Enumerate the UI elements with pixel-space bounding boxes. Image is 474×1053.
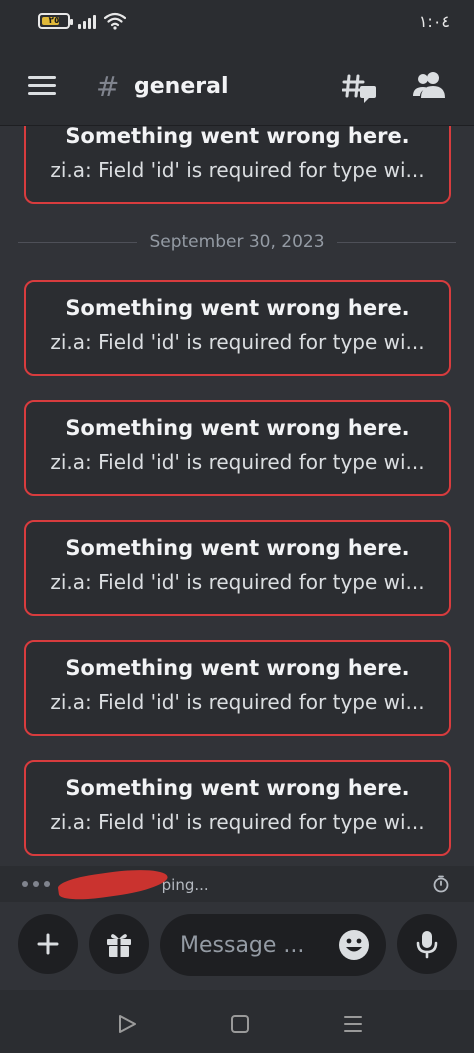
message-list[interactable]: Something went wrong here. zi.a: Field '… bbox=[0, 126, 474, 866]
back-icon[interactable] bbox=[115, 1012, 139, 1036]
error-message-card: Something went wrong here. zi.a: Field '… bbox=[24, 520, 451, 616]
error-title: Something went wrong here. bbox=[65, 296, 410, 320]
wifi-icon bbox=[104, 12, 126, 30]
error-title: Something went wrong here. bbox=[65, 656, 410, 680]
channel-name[interactable]: general bbox=[134, 74, 229, 99]
microphone-icon bbox=[416, 931, 438, 959]
error-title: Something went wrong here. bbox=[65, 536, 410, 560]
add-attachment-button[interactable] bbox=[18, 914, 78, 974]
error-detail: zi.a: Field 'id' is required for type wi… bbox=[50, 570, 425, 594]
hash-icon: # bbox=[96, 70, 120, 103]
typing-dots-icon bbox=[22, 881, 50, 887]
signal-icon bbox=[78, 13, 96, 29]
date-divider-label: September 30, 2023 bbox=[149, 232, 325, 252]
error-title: Something went wrong here. bbox=[65, 126, 410, 148]
error-title: Something went wrong here. bbox=[65, 416, 410, 440]
members-icon[interactable] bbox=[412, 68, 446, 102]
error-message-card: Something went wrong here. zi.a: Field '… bbox=[24, 126, 451, 204]
battery-level: ٢٥ bbox=[48, 16, 60, 26]
typing-indicator: xxxxxxxxxxxping... bbox=[0, 864, 474, 904]
error-detail: zi.a: Field 'id' is required for type wi… bbox=[50, 690, 425, 714]
redaction-scribble bbox=[56, 864, 170, 904]
plus-icon bbox=[37, 933, 59, 955]
gift-button[interactable] bbox=[89, 914, 149, 974]
error-detail: zi.a: Field 'id' is required for type wi… bbox=[50, 158, 425, 182]
error-message-card: Something went wrong here. zi.a: Field '… bbox=[24, 760, 451, 856]
error-detail: zi.a: Field 'id' is required for type wi… bbox=[50, 330, 425, 354]
emoji-icon[interactable] bbox=[338, 929, 370, 961]
battery-icon: ٢٥ bbox=[38, 13, 73, 29]
error-detail: zi.a: Field 'id' is required for type wi… bbox=[50, 450, 425, 474]
slowmode-timer-icon[interactable] bbox=[432, 875, 450, 893]
threads-icon[interactable] bbox=[342, 68, 378, 104]
voice-message-button[interactable] bbox=[397, 914, 457, 974]
error-message-card: Something went wrong here. zi.a: Field '… bbox=[24, 280, 451, 376]
error-message-card: Something went wrong here. zi.a: Field '… bbox=[24, 640, 451, 736]
system-navigation-bar bbox=[0, 990, 474, 1053]
menu-icon[interactable] bbox=[28, 76, 56, 96]
status-time: ١:٠٤ bbox=[418, 12, 450, 31]
error-title: Something went wrong here. bbox=[65, 776, 410, 800]
message-input-wrapper[interactable] bbox=[160, 914, 386, 976]
channel-header: # general bbox=[0, 46, 474, 126]
message-composer bbox=[0, 902, 474, 990]
status-bar: ٢٥ ١:٠٤ bbox=[0, 0, 474, 46]
home-icon[interactable] bbox=[228, 1012, 252, 1036]
error-message-card: Something went wrong here. zi.a: Field '… bbox=[24, 400, 451, 496]
status-icons: ٢٥ bbox=[38, 12, 126, 30]
error-detail: zi.a: Field 'id' is required for type wi… bbox=[50, 810, 425, 834]
message-input[interactable] bbox=[180, 932, 330, 958]
gift-icon bbox=[107, 934, 131, 957]
recents-icon[interactable] bbox=[341, 1012, 365, 1036]
date-divider: September 30, 2023 bbox=[18, 230, 457, 254]
